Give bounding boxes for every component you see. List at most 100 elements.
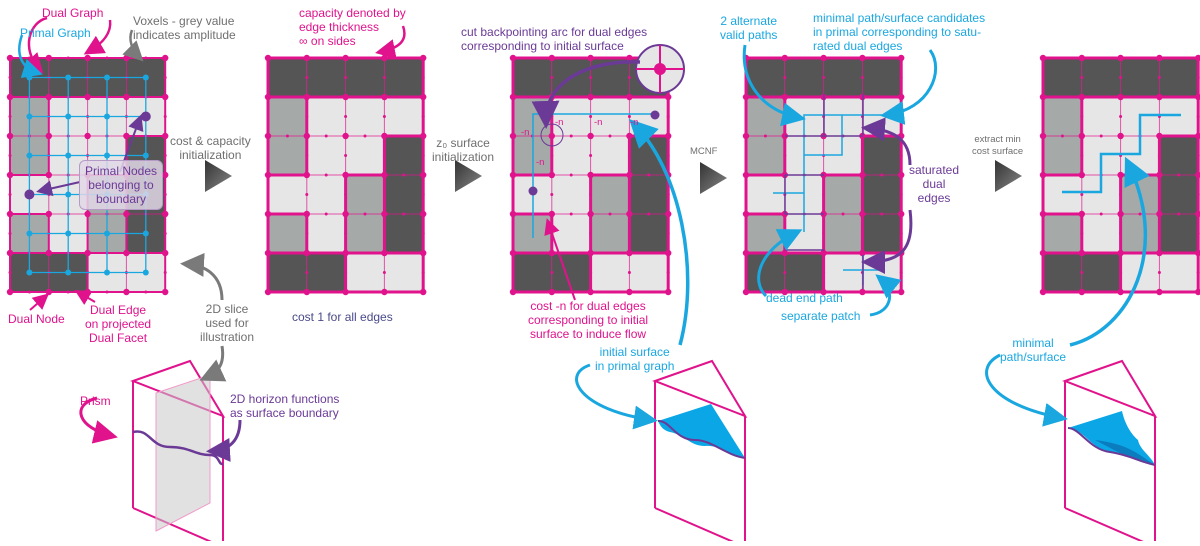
voxel-cell [1120,58,1160,97]
voxel-cell [1043,214,1082,253]
primal-node [104,230,110,237]
dual-edge-marker [589,115,593,118]
dual-node [45,171,52,179]
dual-node [509,210,517,218]
dual-node [342,54,349,62]
dual-node [742,210,750,218]
cost-n-label: cost -n for dual edges corresponding to … [528,299,649,341]
dual-node [6,288,14,296]
step-z0-label: z₀ surface initialization [432,136,495,164]
dual-edge-marker [163,115,167,118]
voxel-cell [590,253,630,292]
dual-edge-marker [1177,251,1181,255]
dual-edge-marker [1157,193,1161,196]
dual-node [45,288,52,296]
dual-edge-marker [550,193,554,196]
dual-edge-marker [530,56,534,60]
dual-node [420,54,427,62]
dual-node [1078,288,1086,296]
dual-node [1156,132,1163,140]
dual-edge-marker [382,154,386,157]
dual-node [123,54,130,62]
dual-edge-marker [105,56,109,60]
dual-edge-marker [8,154,12,157]
dual-edge-marker [421,271,425,274]
panel-initial-surface [509,54,672,296]
dual-node [665,249,672,257]
dual-edge-marker [1177,290,1181,294]
dual-edge-marker [1041,232,1045,235]
dual-node [420,132,427,140]
dual-edge-marker [266,76,270,79]
dual-node [303,249,310,257]
voxel-cell [384,58,424,97]
dual-edge-marker [1196,193,1200,196]
dual-node [626,288,633,296]
dual-edge-marker [608,212,612,216]
prism-illustration [79,345,242,546]
voxel-cell [384,214,424,253]
dual-node [898,171,905,179]
dual-node [1039,249,1047,257]
dual-node [303,93,310,101]
dual-edge-marker [647,173,651,177]
primal-node [142,230,149,237]
minimal-surface-label: minimal path/surface [1000,336,1067,364]
dual-node [84,210,91,218]
dual-node [342,288,349,296]
dual-edge-marker [1080,232,1084,235]
dual-edge-marker [1138,251,1142,255]
voxel-cell [1159,58,1199,97]
dual-edge-marker [744,232,748,235]
dual-edge-marker [1138,212,1142,216]
dual-edge-marker [1138,173,1142,177]
dual-node [381,210,388,218]
dual-node [264,210,272,218]
voxel-cell [268,175,307,214]
step-extract-label: extract min cost surface [972,134,1024,157]
dual-edge-marker [163,76,167,79]
dual-edge-marker [627,76,631,79]
voxel-cell [823,214,863,253]
voxel-cell [345,175,385,214]
boundary-node [528,186,538,196]
dual-edge-marker [880,56,884,60]
dual-node [342,210,349,218]
dual-node [626,249,633,257]
dual-edge-marker [841,173,845,177]
voxel-cell [1081,58,1121,97]
dual-edge-marker [1157,154,1161,157]
dual-edge-marker [324,56,328,60]
dual-node [381,288,388,296]
dual-edge-marker [1157,76,1161,79]
dual-edge-marker [324,95,328,99]
voxel-cell [268,58,307,97]
dual-edge-marker [627,232,631,235]
dual-edge-marker [666,271,670,274]
dual-node [1117,132,1124,140]
dual-node [123,288,130,296]
dual-edge-marker [1177,56,1181,60]
dual-node [509,54,517,62]
dual-edge-marker [305,115,309,118]
primal-node [65,74,72,81]
dual-node [859,171,866,179]
dual-node [303,171,310,179]
voxel-cell [1043,58,1082,97]
mcnf-pipeline-diagram: Dual Graph Primal Graph Voxels - grey va… [0,0,1200,546]
dual-node [1039,210,1047,218]
dual-node-arrow [29,293,50,311]
dual-edge-marker [1099,134,1103,138]
dual-node [587,93,594,101]
dual-edge-marker [666,193,670,196]
dual-node [665,93,672,101]
dual-edge-marker [1119,193,1123,196]
dual-node [1156,210,1163,218]
slice-label: 2D slice used for illustration [200,302,255,344]
dual-edge-marker [1041,76,1045,79]
dual-node [509,288,517,296]
dual-edge-marker [324,251,328,255]
play-triangle-icon [455,160,482,192]
initial-surface-arrow [575,363,658,430]
voxel-cell [345,58,385,97]
